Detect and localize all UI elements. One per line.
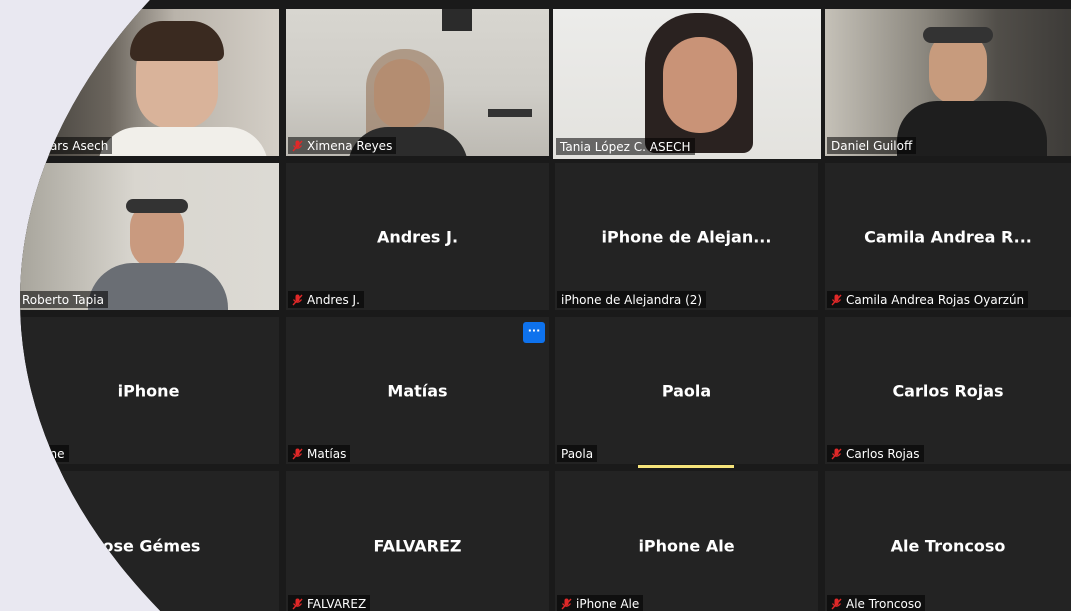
participant-name-label: iPhone Ale <box>557 595 644 611</box>
participant-name-label: Andres J. <box>288 291 364 308</box>
participant-display-name: Jose Gémes <box>96 536 201 556</box>
background-object <box>442 9 472 31</box>
participant-tile-andres-j[interactable]: Andres J. Andres J. <box>286 163 549 310</box>
participant-name-label: Ale Troncoso <box>827 595 926 611</box>
participant-tile-matias[interactable]: ··· Matías Matías <box>286 317 549 464</box>
headset <box>923 27 993 43</box>
participant-shirt <box>897 101 1047 156</box>
participant-display-name: Carlos Rojas <box>892 381 1004 400</box>
video-tile-daniel-guiloff[interactable]: Daniel Guiloff <box>825 9 1071 156</box>
participant-name-label: Matías <box>288 445 351 462</box>
more-dots-icon: ··· <box>527 324 541 337</box>
participant-display-name: iPhone Ale <box>638 536 735 556</box>
participant-display-name: Matías <box>387 381 448 400</box>
video-tile-webinars-asech[interactable]: ebinars Asech <box>20 9 279 156</box>
participant-name-label: iPhone de Alejandra (2) <box>557 291 707 308</box>
participant-name-label: Tania López C. ASECH <box>556 138 695 155</box>
participant-name-label: iPhone <box>20 445 69 462</box>
participant-display-name: iPhone <box>117 381 180 400</box>
participant-tile-iphone-ale[interactable]: iPhone Ale iPhone Ale <box>555 471 818 611</box>
participant-shirt <box>88 263 228 310</box>
more-options-button[interactable]: ··· <box>523 322 545 343</box>
muted-mic-icon <box>292 294 303 306</box>
video-tile-tania-lopez[interactable]: Tania López C. ASECH <box>553 9 821 159</box>
participant-display-name: iPhone de Alejan... <box>601 227 772 246</box>
muted-mic-icon <box>831 294 842 306</box>
participant-tile-ale-troncoso[interactable]: Ale Troncoso Ale Troncoso <box>825 471 1071 611</box>
background-object <box>488 109 532 117</box>
participant-tile-jose-gemes[interactable]: Jose Gémes <box>20 471 279 611</box>
meeting-window: ebinars Asech Ximena Reyes Tania López C… <box>0 0 1071 611</box>
speaking-indicator <box>638 465 734 468</box>
muted-mic-icon <box>831 598 842 610</box>
muted-mic-icon <box>831 448 842 460</box>
participant-name-label: Ximena Reyes <box>288 137 397 154</box>
muted-mic-icon <box>561 598 572 610</box>
muted-mic-icon <box>292 448 303 460</box>
participant-tile-paola[interactable]: Paola Paola <box>555 317 818 464</box>
participant-name-label: Paola <box>557 445 598 462</box>
participant-shirt <box>98 127 268 156</box>
participant-name-label: ebinars Asech <box>20 137 113 154</box>
headset <box>126 199 188 213</box>
participant-name-label: Carlos Rojas <box>827 445 924 462</box>
participant-tile-iphone-de-alejandra[interactable]: iPhone de Alejan... iPhone de Alejandra … <box>555 163 818 310</box>
participant-tile-falvarez[interactable]: FALVAREZ FALVAREZ <box>286 471 549 611</box>
participant-name-label: Camila Andrea Rojas Oyarzún <box>827 291 1029 308</box>
participant-face <box>663 37 737 133</box>
participant-name-label: FALVAREZ <box>288 595 371 611</box>
video-tile-ximena-reyes[interactable]: Ximena Reyes <box>286 9 549 156</box>
participant-display-name: Andres J. <box>376 227 459 246</box>
participant-display-name: Ale Troncoso <box>890 536 1006 556</box>
participant-hair <box>130 21 224 61</box>
participant-tile-camila-andrea[interactable]: Camila Andrea R... Camila Andrea Rojas O… <box>825 163 1071 310</box>
participant-display-name: Paola <box>661 381 712 400</box>
video-tile-roberto-tapia[interactable]: Roberto Tapia <box>20 163 279 310</box>
muted-mic-icon <box>292 140 303 152</box>
participant-name-label: Roberto Tapia <box>20 291 108 308</box>
participant-tile-iphone[interactable]: iPhone iPhone <box>20 317 279 464</box>
participant-display-name: Camila Andrea R... <box>864 227 1032 246</box>
participant-tile-carlos-rojas[interactable]: Carlos Rojas Carlos Rojas <box>825 317 1071 464</box>
gallery-view: ebinars Asech Ximena Reyes Tania López C… <box>20 0 1071 611</box>
muted-mic-icon <box>292 598 303 610</box>
participant-display-name: FALVAREZ <box>373 536 462 556</box>
participant-name-label: Daniel Guiloff <box>827 137 917 154</box>
